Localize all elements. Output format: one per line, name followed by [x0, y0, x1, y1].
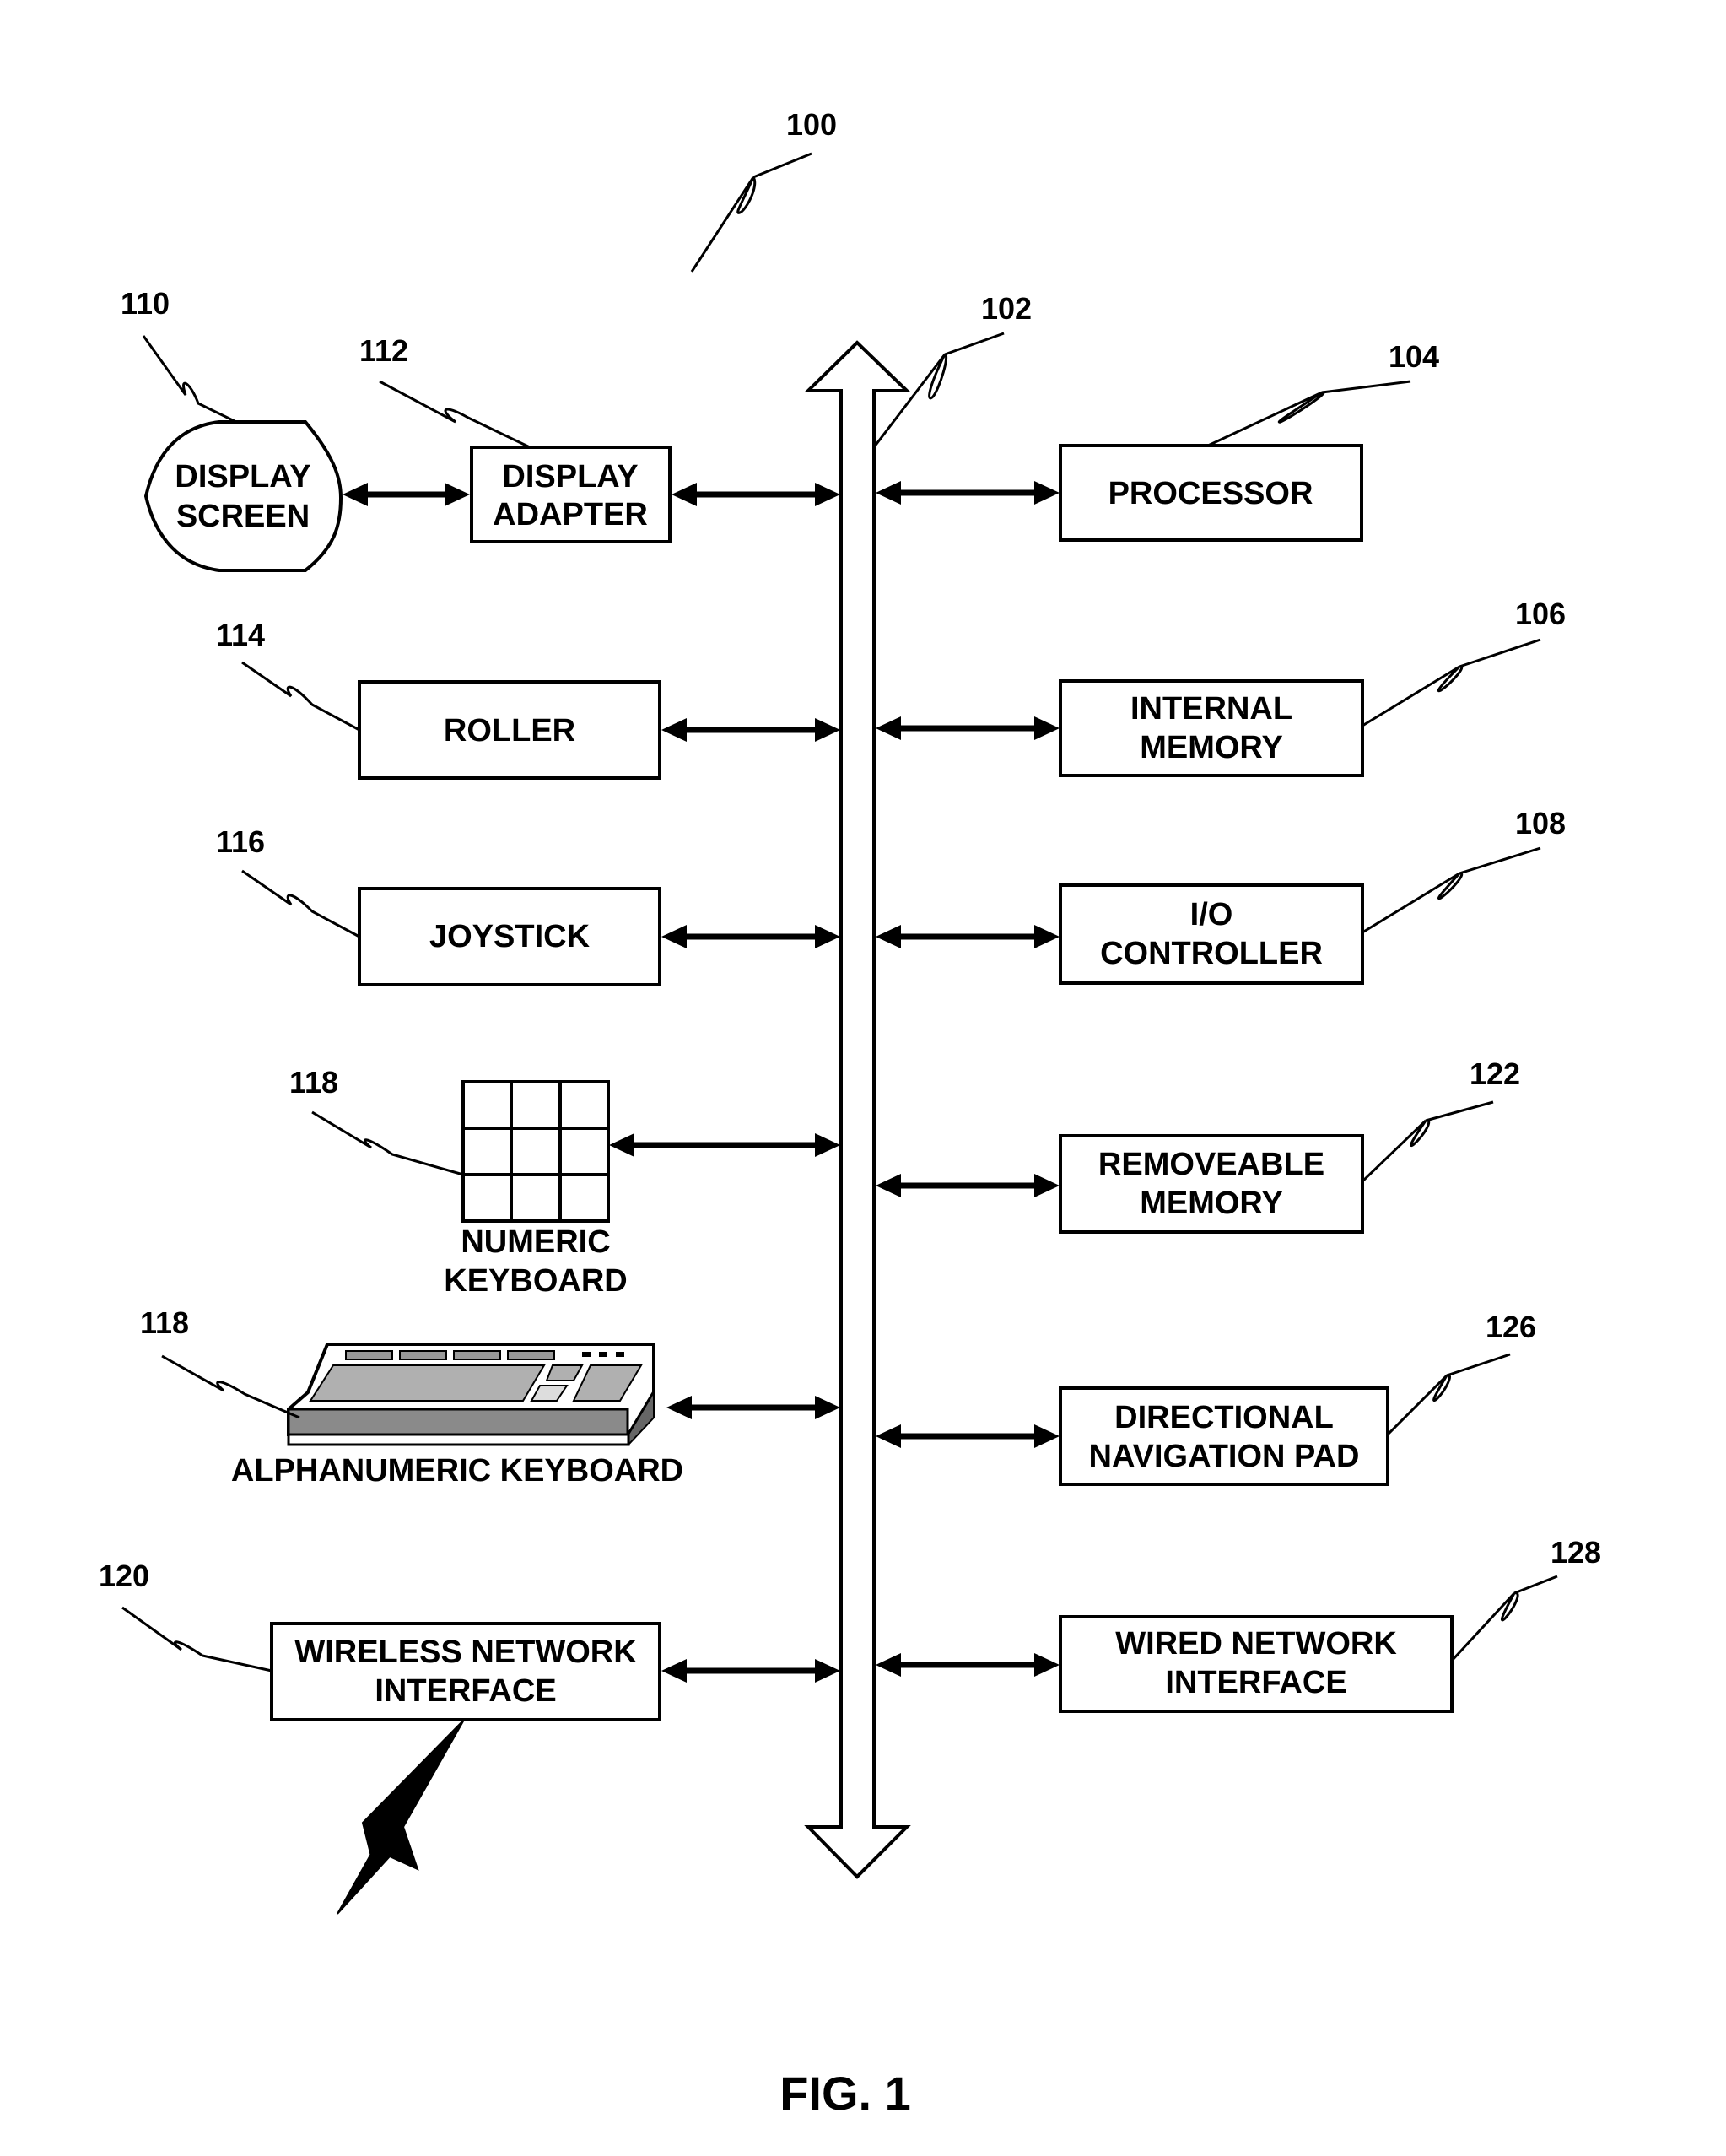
connector-bus-internal-memory — [876, 716, 1060, 740]
io-controller-line-2: CONTROLLER — [1100, 936, 1323, 971]
display-adapter-leader — [379, 380, 531, 449]
figure-caption: FIG. 1 — [779, 2067, 911, 2120]
wired-line-1: WIRED NETWORK — [1115, 1626, 1397, 1662]
wireless-leader — [121, 1606, 272, 1672]
block-diagram: 100 102 DISPLAY SCREEN 110 DISPLAY ADAPT… — [99, 107, 1601, 2120]
removeable-memory-line-2: MEMORY — [1140, 1186, 1283, 1221]
joystick-leader — [241, 869, 360, 938]
display-screen-leader — [142, 335, 237, 424]
removeable-memory-leader — [1361, 1100, 1494, 1183]
display-screen-ref: 110 — [121, 286, 170, 321]
io-controller-line-1: I/O — [1190, 897, 1233, 932]
io-controller-ref: 108 — [1515, 806, 1566, 840]
joystick-ref: 116 — [216, 824, 265, 859]
alphanumeric-keyboard-ref: 118 — [140, 1305, 189, 1340]
display-screen-line-2: SCREEN — [176, 499, 310, 534]
directional-pad-leader — [1386, 1353, 1511, 1436]
connector-wireless-bus — [661, 1659, 840, 1683]
internal-memory-line-2: MEMORY — [1140, 730, 1283, 765]
wireless-line-1: WIRELESS NETWORK — [294, 1635, 637, 1670]
roller-label: ROLLER — [444, 713, 575, 748]
wired-leader — [1450, 1575, 1558, 1662]
connector-display-adapter-bus — [672, 483, 840, 506]
connector-numeric-keyboard-bus — [609, 1133, 840, 1157]
numeric-keyboard-ref: 118 — [289, 1065, 338, 1100]
internal-memory-line-1: INTERNAL — [1130, 691, 1292, 727]
connector-alphanumeric-keyboard-bus — [666, 1396, 840, 1419]
directional-pad-line-1: DIRECTIONAL — [1114, 1400, 1334, 1435]
connector-bus-wired-network — [876, 1653, 1060, 1677]
lightning-bolt-icon — [337, 1719, 465, 1915]
keypad-grid-icon — [461, 1080, 610, 1223]
alphanumeric-keyboard-label: ALPHANUMERIC KEYBOARD — [231, 1453, 683, 1489]
connector-bus-directional-pad — [876, 1424, 1060, 1448]
connector-bus-processor — [876, 481, 1060, 505]
system-ref-label: 100 — [786, 107, 837, 142]
numeric-keyboard-leader — [311, 1110, 464, 1176]
removeable-memory-ref: 122 — [1470, 1056, 1520, 1091]
directional-pad-ref: 126 — [1486, 1310, 1536, 1344]
bus-ref-label: 102 — [981, 291, 1032, 326]
alphanumeric-keyboard-leader — [161, 1354, 300, 1419]
wired-line-2: INTERFACE — [1165, 1665, 1346, 1700]
display-screen-line-1: DISPLAY — [175, 459, 310, 494]
connector-bus-io-controller — [876, 925, 1060, 948]
wireless-ref: 120 — [99, 1559, 149, 1593]
processor-ref: 104 — [1389, 339, 1439, 374]
io-controller-leader — [1362, 846, 1541, 934]
keyboard-icon — [287, 1343, 655, 1447]
wired-ref: 128 — [1551, 1535, 1601, 1570]
internal-memory-ref: 106 — [1515, 597, 1566, 631]
internal-memory-leader — [1362, 638, 1541, 727]
display-adapter-line-1: DISPLAY — [502, 459, 638, 494]
display-screen-shape — [143, 420, 343, 572]
directional-pad-line-2: NAVIGATION PAD — [1089, 1439, 1360, 1474]
display-adapter-ref: 112 — [359, 333, 408, 368]
numeric-keyboard-line-1: NUMERIC — [461, 1224, 610, 1260]
connector-display-screen-adapter — [343, 483, 470, 506]
system-leader-line — [690, 152, 812, 273]
roller-ref: 114 — [216, 618, 265, 652]
roller-leader — [241, 661, 360, 732]
processor-leader — [1207, 380, 1411, 447]
connector-joystick-bus — [661, 925, 840, 948]
joystick-label: JOYSTICK — [429, 919, 591, 954]
processor-label: PROCESSOR — [1108, 476, 1313, 511]
wireless-line-2: INTERFACE — [375, 1673, 556, 1709]
numeric-keyboard-line-2: KEYBOARD — [444, 1263, 627, 1299]
removeable-memory-line-1: REMOVEABLE — [1098, 1147, 1324, 1182]
bus-double-arrow-icon — [804, 340, 911, 1879]
display-adapter-line-2: ADAPTER — [493, 497, 648, 532]
connector-roller-bus — [661, 718, 840, 742]
connector-bus-removeable-memory — [876, 1174, 1060, 1197]
